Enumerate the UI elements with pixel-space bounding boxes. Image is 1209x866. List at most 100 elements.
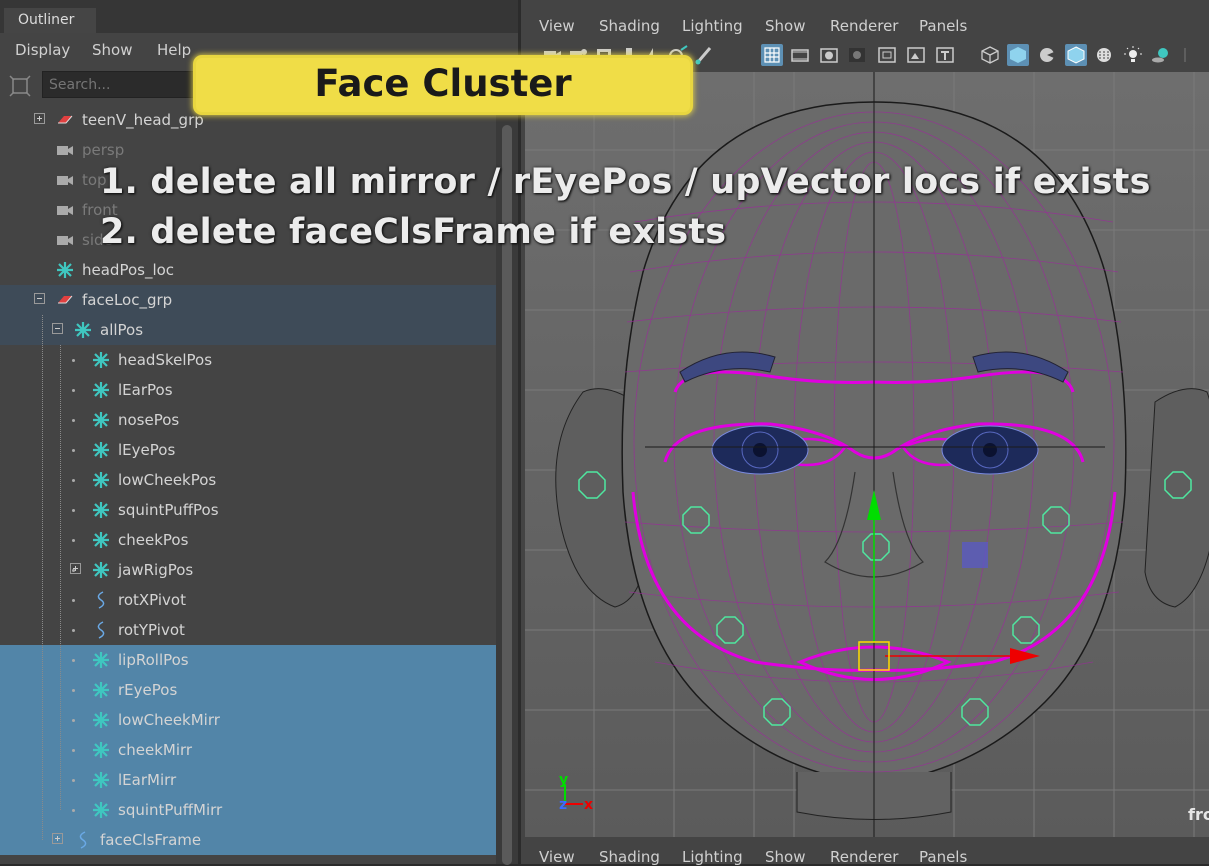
viewport-menu-shading[interactable]: Shading [599, 17, 660, 35]
outliner-row[interactable]: persp [0, 135, 496, 165]
instruction-1: 1. delete all mirror / rEyePos / upVecto… [100, 162, 1151, 202]
camera-icon [56, 201, 74, 219]
menu-help[interactable]: Help [157, 41, 191, 59]
locator-icon [92, 411, 110, 429]
camera-icon [56, 231, 74, 249]
outliner-item-label: lowCheekMirr [118, 711, 220, 729]
outliner-item-label: lEyePos [118, 441, 176, 459]
tree-connector [72, 809, 75, 812]
wireframe-on-shaded-icon[interactable] [1065, 44, 1087, 66]
outliner-item-label: faceClsFrame [100, 831, 202, 849]
outliner-row[interactable]: squintPuffMirr [0, 795, 496, 825]
menu-display[interactable]: Display [15, 41, 70, 59]
viewport-menu-panels[interactable]: Panels [919, 17, 967, 35]
outliner-item-label: cheekPos [118, 531, 189, 549]
resolution-gate-icon[interactable] [818, 44, 840, 66]
group-icon [56, 111, 74, 129]
viewport-menu-show[interactable]: Show [765, 17, 805, 35]
camera-icon [56, 141, 74, 159]
default-material-icon[interactable] [1036, 44, 1058, 66]
outliner-row[interactable]: rotYPivot [0, 615, 496, 645]
outliner-row[interactable]: rEyePos [0, 675, 496, 705]
instruction-2: 2. delete faceClsFrame if exists [100, 212, 727, 252]
outliner-row[interactable]: faceLoc_grp [0, 285, 496, 315]
outliner-item-label: teenV_head_grp [82, 111, 204, 129]
bottom-menu-view[interactable]: View [539, 848, 575, 866]
x-ray-icon[interactable] [1093, 44, 1115, 66]
outliner-row[interactable]: lEyePos [0, 435, 496, 465]
outliner-row[interactable]: jawRigPos [0, 555, 496, 585]
viewport-camera-label: fro [1188, 805, 1209, 824]
curve-icon [74, 831, 92, 849]
outliner-row[interactable]: allPos [0, 315, 496, 345]
outliner-item-label: jawRigPos [118, 561, 194, 579]
expand-icon[interactable] [52, 833, 63, 844]
collapse-icon[interactable] [52, 323, 63, 334]
outliner-item-label: squintPuffMirr [118, 801, 223, 819]
bottom-menu-shading[interactable]: Shading [599, 848, 660, 866]
collapse-icon[interactable] [34, 293, 45, 304]
locator-icon [92, 681, 110, 699]
outliner-row[interactable]: nosePos [0, 405, 496, 435]
tree-connector [72, 689, 75, 692]
outliner-row[interactable]: lowCheekMirr [0, 705, 496, 735]
grid-icon[interactable] [761, 44, 783, 66]
outliner-tabbar: Outliner [0, 0, 518, 33]
bottom-menu-lighting[interactable]: Lighting [682, 848, 743, 866]
viewport-bottom-menubar: View Shading Lighting Show Renderer Pane… [521, 840, 1209, 866]
gate-mask-icon[interactable] [846, 44, 868, 66]
tab-outliner[interactable]: Outliner [4, 8, 96, 33]
brush-icon[interactable] [693, 44, 715, 66]
wireframe-icon[interactable] [979, 44, 1001, 66]
viewport-menu-lighting[interactable]: Lighting [682, 17, 743, 35]
bottom-menu-panels[interactable]: Panels [919, 848, 967, 866]
outliner-row[interactable]: lEarMirr [0, 765, 496, 795]
safe-action-icon[interactable] [905, 44, 927, 66]
viewport-menu-renderer[interactable]: Renderer [830, 17, 898, 35]
outliner-row[interactable]: lipRollPos [0, 645, 496, 675]
axis-label-x: x [584, 797, 593, 813]
group-icon [56, 291, 74, 309]
locator-icon [92, 501, 110, 519]
outliner-row[interactable]: headPos_loc [0, 255, 496, 285]
locator-icon [92, 441, 110, 459]
outliner-item-label: persp [82, 141, 125, 159]
tree-connector [72, 509, 75, 512]
tree-connector [72, 449, 75, 452]
menu-show[interactable]: Show [92, 41, 132, 59]
outliner-row[interactable]: rotXPivot [0, 585, 496, 615]
expand-icon[interactable] [70, 563, 81, 574]
outliner-row[interactable]: lEarPos [0, 375, 496, 405]
tree-connector [72, 719, 75, 722]
outliner-row[interactable]: faceClsFrame [0, 825, 496, 855]
lights-icon[interactable] [1122, 44, 1144, 66]
outliner-row[interactable]: cheekMirr [0, 735, 496, 765]
filter-icon[interactable] [9, 75, 31, 97]
outliner-row[interactable]: squintPuffPos [0, 495, 496, 525]
film-gate-icon[interactable] [789, 44, 811, 66]
tree-connector [72, 479, 75, 482]
outliner-row[interactable]: lowCheekPos [0, 465, 496, 495]
outliner-item-label: rotXPivot [118, 591, 186, 609]
viewport-menu-view[interactable]: View [539, 17, 575, 35]
expand-icon[interactable] [34, 113, 45, 124]
field-chart-icon[interactable] [876, 44, 898, 66]
outliner-panel: Outliner Display Show Help teenV_head_gr… [0, 0, 518, 865]
outliner-item-label: headPos_loc [82, 261, 175, 279]
camera-icon [56, 171, 74, 189]
bottom-menu-renderer[interactable]: Renderer [830, 848, 898, 866]
safe-title-icon[interactable] [934, 44, 956, 66]
tree-connector [72, 779, 75, 782]
bottom-menu-show[interactable]: Show [765, 848, 805, 866]
outliner-row[interactable]: headSkelPos [0, 345, 496, 375]
locator-icon [92, 801, 110, 819]
viewport-menubar: View Shading Lighting Show Renderer Pane… [521, 7, 1209, 41]
tree-line [60, 345, 61, 810]
smooth-shade-icon[interactable] [1007, 44, 1029, 66]
curve-icon [92, 621, 110, 639]
locator-icon [92, 771, 110, 789]
shadows-icon[interactable] [1150, 44, 1172, 66]
outliner-row[interactable]: cheekPos [0, 525, 496, 555]
locator-icon [92, 381, 110, 399]
outliner-item-label: rEyePos [118, 681, 178, 699]
